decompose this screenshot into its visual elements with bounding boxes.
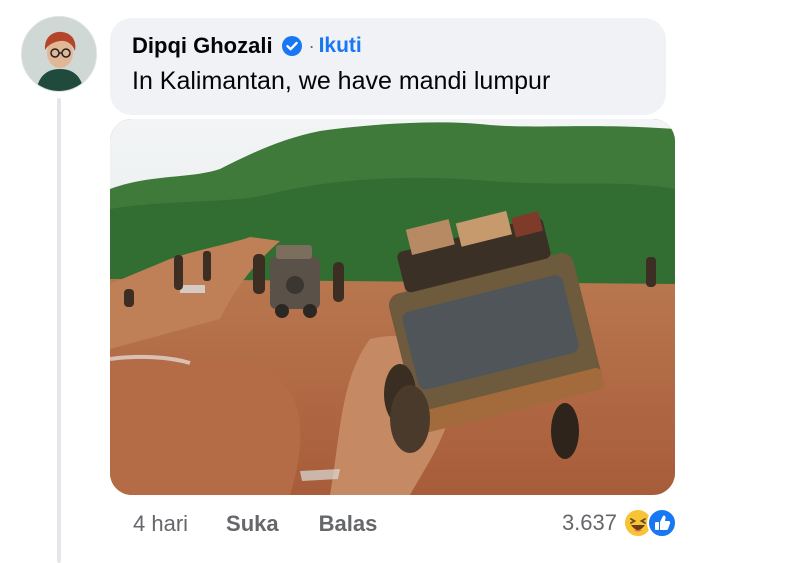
reactions-summary[interactable]: 3.637: [562, 506, 677, 540]
reaction-count: 3.637: [561, 510, 617, 535]
like-button[interactable]: Suka: [226, 511, 279, 537]
comment-header: Dipqi Ghozali · Ikuti: [132, 31, 644, 61]
follow-button[interactable]: Ikuti: [319, 34, 362, 58]
avatar[interactable]: [21, 16, 97, 92]
avatar-image: [22, 17, 96, 91]
comment-text: In Kalimantan, we have mandi lumpur: [132, 67, 551, 95]
reply-button[interactable]: Balas: [319, 511, 378, 537]
separator-dot: ·: [308, 35, 315, 56]
photo-image: [110, 119, 675, 495]
author-name[interactable]: Dipqi Ghozali: [132, 33, 273, 59]
thread-line: [57, 98, 61, 563]
like-icon: [647, 508, 677, 538]
comment-bubble: Dipqi Ghozali · Ikuti In Kalimantan, we …: [110, 18, 666, 115]
reaction-icons: [623, 508, 677, 538]
verified-badge-icon: [281, 35, 303, 57]
comment-photo[interactable]: [110, 119, 675, 495]
comment-time[interactable]: 4 hari: [133, 511, 188, 537]
comment-actions: 4 hari Suka Balas: [133, 508, 417, 540]
